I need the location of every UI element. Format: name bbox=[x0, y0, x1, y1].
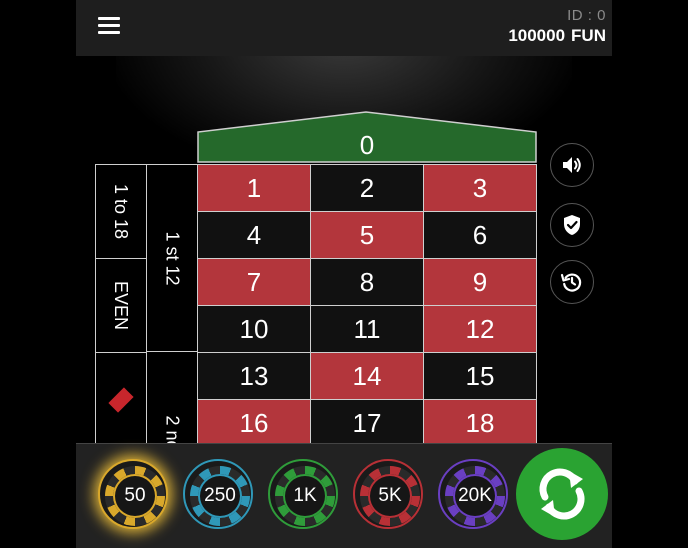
history-button[interactable] bbox=[550, 260, 594, 304]
bet-red[interactable] bbox=[95, 352, 147, 447]
fairness-button[interactable] bbox=[550, 203, 594, 247]
shield-check-icon bbox=[564, 215, 580, 235]
number-cell-8[interactable]: 8 bbox=[310, 258, 424, 306]
refresh-icon bbox=[539, 468, 585, 520]
app-root: ID : 0 100000 FUN 0 1 to 18 EVEN 1 st 12 … bbox=[76, 0, 612, 548]
chip-value: 20K bbox=[453, 474, 497, 518]
number-cell-6[interactable]: 6 bbox=[423, 211, 537, 259]
chip-250[interactable]: 250 bbox=[183, 459, 253, 529]
number-cell-10[interactable]: 10 bbox=[197, 305, 311, 353]
chip-50[interactable]: 50 bbox=[98, 459, 168, 529]
red-diamond-icon bbox=[108, 386, 134, 413]
number-cell-1[interactable]: 1 bbox=[197, 164, 311, 212]
number-cell-17[interactable]: 17 bbox=[310, 399, 424, 447]
number-cell-9[interactable]: 9 bbox=[423, 258, 537, 306]
bet-1-to-18[interactable]: 1 to 18 bbox=[95, 164, 147, 259]
bet-even-label: EVEN bbox=[111, 280, 132, 331]
chip-value: 250 bbox=[198, 474, 242, 518]
number-cell-15[interactable]: 15 bbox=[423, 352, 537, 400]
chip-1k[interactable]: 1K bbox=[268, 459, 338, 529]
rebet-button[interactable] bbox=[516, 448, 608, 540]
zero-label: 0 bbox=[359, 129, 375, 160]
number-cell-3[interactable]: 3 bbox=[423, 164, 537, 212]
number-cell-14[interactable]: 14 bbox=[310, 352, 424, 400]
chip-value: 50 bbox=[113, 474, 157, 518]
chip-value: 5K bbox=[368, 474, 412, 518]
bet-1st-12[interactable]: 1 st 12 bbox=[146, 164, 198, 352]
chip-5k[interactable]: 5K bbox=[353, 459, 423, 529]
number-cell-13[interactable]: 13 bbox=[197, 352, 311, 400]
number-cell-18[interactable]: 18 bbox=[423, 399, 537, 447]
number-cell-12[interactable]: 12 bbox=[423, 305, 537, 353]
sound-button[interactable] bbox=[550, 143, 594, 187]
history-icon bbox=[560, 273, 582, 292]
number-cell-2[interactable]: 2 bbox=[310, 164, 424, 212]
number-cell-16[interactable]: 16 bbox=[197, 399, 311, 447]
number-cell-11[interactable]: 11 bbox=[310, 305, 424, 353]
chip-bar: 50 250 1K 5K 20K bbox=[76, 443, 612, 548]
number-cell-7[interactable]: 7 bbox=[197, 258, 311, 306]
bet-1-to-18-label: 1 to 18 bbox=[111, 183, 132, 240]
number-cell-4[interactable]: 4 bbox=[197, 211, 311, 259]
chip-20k[interactable]: 20K bbox=[438, 459, 508, 529]
bet-1st-12-label: 1 st 12 bbox=[162, 230, 183, 286]
chip-value: 1K bbox=[283, 474, 327, 518]
number-cell-5[interactable]: 5 bbox=[310, 211, 424, 259]
speaker-icon bbox=[563, 157, 581, 173]
zero-cell[interactable]: 0 bbox=[196, 110, 538, 164]
bet-even[interactable]: EVEN bbox=[95, 258, 147, 353]
